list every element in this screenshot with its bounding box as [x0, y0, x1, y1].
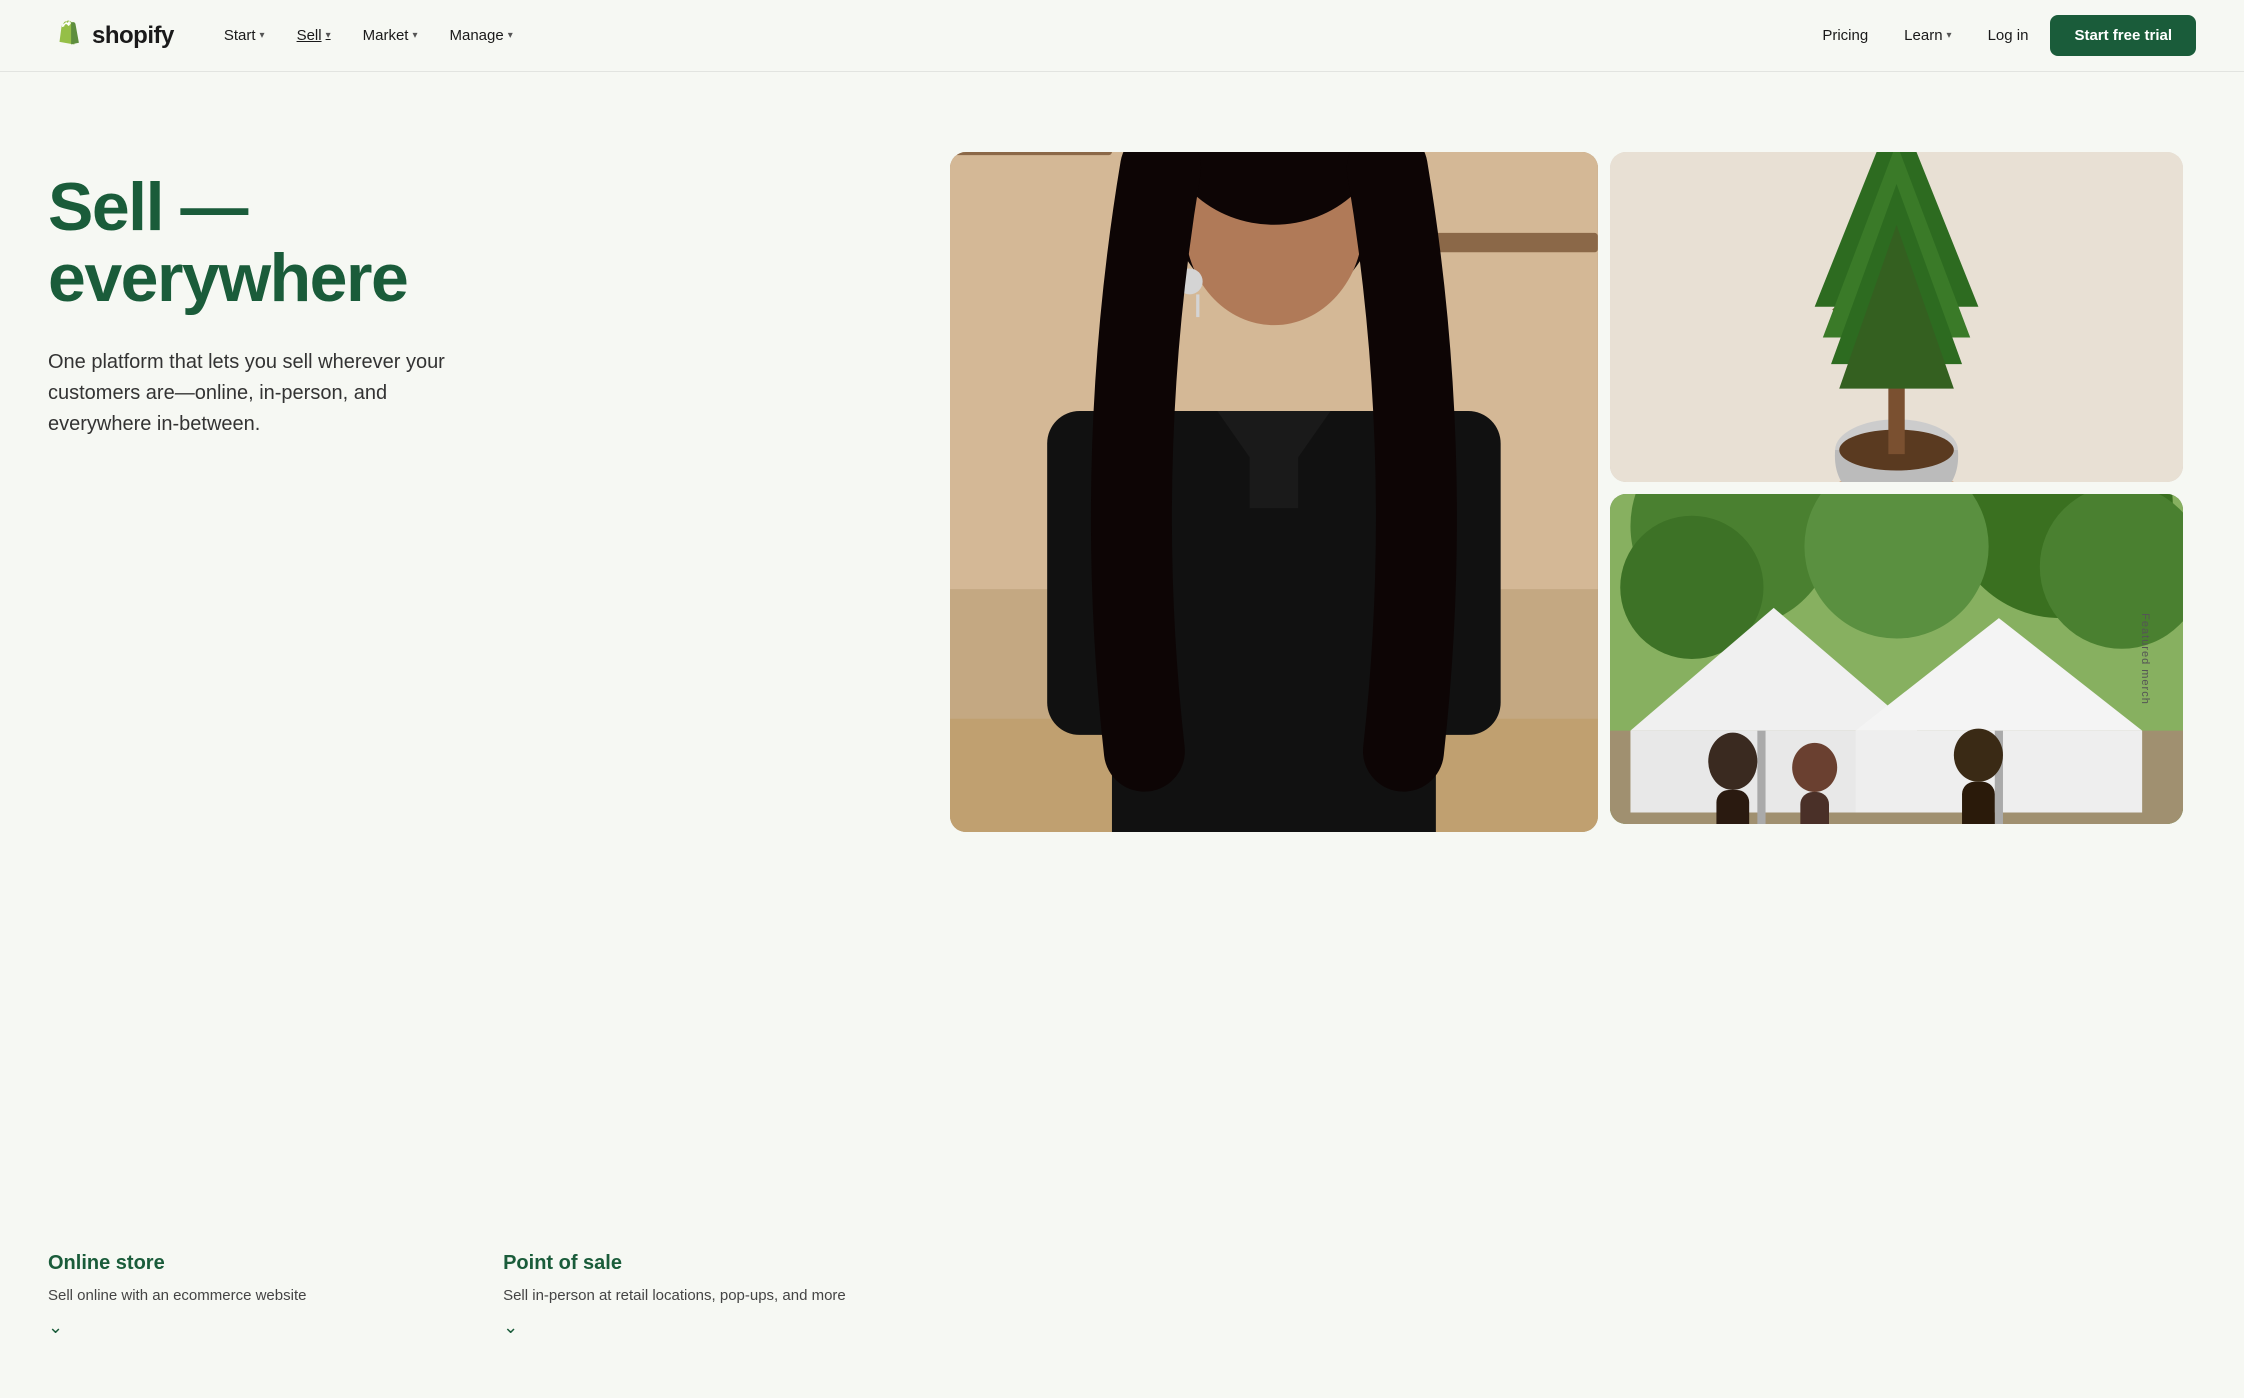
hero-side-photos: Featured merch: [1610, 152, 2183, 824]
chevron-down-icon: ▾: [326, 30, 331, 41]
chevron-down-icon: ▾: [412, 30, 417, 41]
logo-link[interactable]: shopify: [48, 18, 174, 54]
hero-content: Sell — everywhere One platform that lets…: [48, 152, 950, 1338]
point-of-sale-expand-icon[interactable]: ⌄: [503, 1317, 910, 1338]
hero-images: Featured merch: [950, 152, 2196, 1338]
hero-main-photo: [950, 152, 1598, 832]
online-store-title: Online store: [48, 1252, 455, 1275]
brand-name: shopify: [92, 22, 174, 50]
start-free-trial-button[interactable]: Start free trial: [2050, 15, 2196, 56]
point-of-sale-card: Point of sale Sell in-person at retail l…: [503, 1252, 910, 1339]
online-store-card: Online store Sell online with an ecommer…: [48, 1252, 455, 1339]
hero-description: One platform that lets you sell wherever…: [48, 347, 488, 440]
nav-login-link[interactable]: Log in: [1974, 19, 2043, 52]
online-store-description: Sell online with an ecommerce website: [48, 1285, 455, 1308]
chevron-down-icon: ▾: [260, 30, 265, 41]
navbar: shopify Start ▾ Sell ▾ Market ▾ Manage ▾…: [0, 0, 2244, 72]
nav-links: Start ▾ Sell ▾ Market ▾ Manage ▾: [210, 19, 1808, 52]
chevron-down-icon: ▾: [508, 30, 513, 41]
hero-title: Sell — everywhere: [48, 172, 910, 315]
nav-link-market[interactable]: Market ▾: [349, 19, 432, 52]
online-store-expand-icon[interactable]: ⌄: [48, 1317, 455, 1338]
hero-feature-cards: Online store Sell online with an ecommer…: [48, 1252, 910, 1339]
nav-link-learn[interactable]: Learn ▾: [1890, 19, 1965, 52]
hero-plant-photo: [1610, 152, 2183, 482]
chevron-down-icon: ▾: [1947, 30, 1952, 41]
hero-market-photo: Featured merch: [1610, 494, 2183, 824]
hero-section: Sell — everywhere One platform that lets…: [0, 72, 2244, 1398]
shopify-logo-icon: [48, 18, 84, 54]
nav-link-manage[interactable]: Manage ▾: [435, 19, 526, 52]
nav-link-pricing[interactable]: Pricing: [1808, 19, 1882, 52]
point-of-sale-description: Sell in-person at retail locations, pop-…: [503, 1285, 910, 1308]
featured-merch-label: Featured merch: [2139, 613, 2151, 705]
point-of-sale-title: Point of sale: [503, 1252, 910, 1275]
nav-link-sell[interactable]: Sell ▾: [283, 19, 345, 52]
nav-right: Pricing Learn ▾ Log in Start free trial: [1808, 15, 2196, 56]
nav-link-start[interactable]: Start ▾: [210, 19, 279, 52]
